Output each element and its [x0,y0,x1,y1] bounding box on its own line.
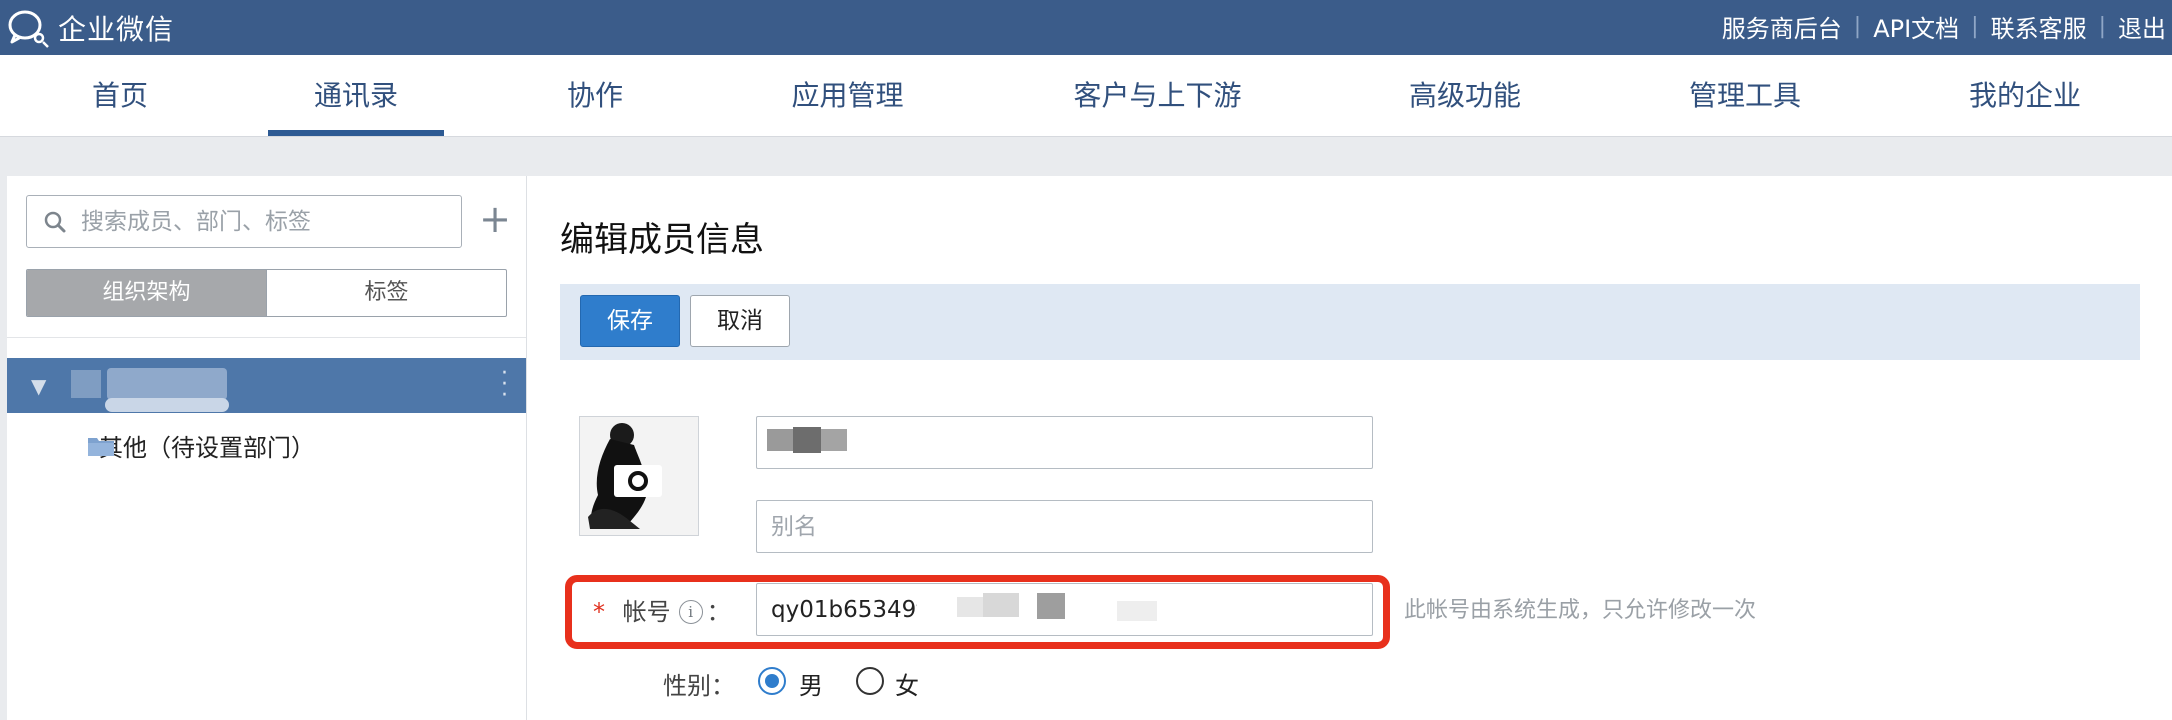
redacted-block [793,427,821,453]
divider [7,337,526,338]
brand[interactable]: 企业微信 [6,6,174,50]
more-options-icon[interactable]: · · · [501,363,508,407]
top-bar: 企业微信 服务商后台 | API文档 | 联系客服 | 退出 [0,0,2172,55]
gender-female-radio[interactable] [856,667,884,695]
separator: | [1853,13,1862,39]
tree-item-other[interactable]: 其他（待设置部门） [87,428,315,463]
page-title: 编辑成员信息 [560,220,764,260]
account-field[interactable] [756,583,1373,636]
member-edit-panel: 编辑成员信息 保存 取消 * 帐号 i： [527,176,2172,720]
caret-down-icon[interactable]: ▼ [31,374,46,398]
org-sidebar: + 组织架构 标签 ▼ ··· 其他（待设置部门） [7,176,527,720]
nav-collaboration[interactable]: 协作 [535,55,655,136]
redacted-block [821,429,847,451]
wecom-logo-icon [8,10,49,48]
main-nav: 首页 通讯录 协作 应用管理 客户与上下游 高级功能 管理工具 我的企业 [0,55,2172,137]
alias-input[interactable] [769,501,1363,552]
account-hint: 此帐号由系统生成，只允许修改一次 [1404,598,1757,623]
separator: | [2098,13,2106,39]
label-colon: ： [706,598,731,626]
top-links: 服务商后台 | API文档 | 联系客服 | 退出 [1722,0,2166,52]
nav-admin-tools[interactable]: 管理工具 [1665,55,1825,136]
search-input[interactable] [79,196,453,247]
tree-item-label: 其他（待设置部门） [99,434,315,462]
gender-female-label[interactable]: 女 [895,666,919,701]
save-button[interactable]: 保存 [580,295,680,347]
tab-org-structure[interactable]: 组织架构 [27,270,267,316]
nav-my-enterprise[interactable]: 我的企业 [1945,55,2105,136]
nav-advanced-features[interactable]: 高级功能 [1385,55,1545,136]
tab-tags[interactable]: 标签 [267,270,506,316]
avatar-image [580,417,698,535]
redacted-block [1117,601,1157,621]
search-icon [44,211,66,233]
redacted-folder-icon [71,370,101,398]
redacted-block [983,593,1019,617]
redacted-block [957,597,983,617]
account-label: * 帐号 i： [593,592,731,627]
nav-app-management[interactable]: 应用管理 [770,55,925,136]
link-logout[interactable]: 退出 [2118,9,2166,44]
account-label-text: 帐号 [622,598,671,626]
gender-male-radio[interactable] [758,667,786,695]
app-name: 企业微信 [58,13,175,46]
tree-item-root[interactable]: ▼ · · · [7,358,526,413]
folder-icon [88,437,114,456]
add-icon[interactable]: + [479,200,511,240]
redacted-department-name [107,368,227,400]
link-contact-support[interactable]: 联系客服 [1991,9,2087,44]
alias-field[interactable] [756,500,1373,553]
redacted-mask [917,585,1370,634]
nav-customers[interactable]: 客户与上下游 [1060,55,1255,136]
name-field[interactable] [756,416,1373,469]
redacted-mask [105,398,229,412]
redacted-block [767,429,793,451]
action-bar: 保存 取消 [560,284,2140,360]
gender-label: 性别： [663,672,735,700]
separator: | [1971,13,1979,39]
redacted-block [1037,593,1065,619]
sidebar-tabs: 组织架构 标签 [26,269,507,317]
nav-contacts[interactable]: 通讯录 [268,55,444,136]
cancel-button[interactable]: 取消 [690,295,790,347]
avatar[interactable] [579,416,699,536]
required-mark: * [593,598,605,626]
nav-home[interactable]: 首页 [60,55,180,136]
link-provider-console[interactable]: 服务商后台 [1722,9,1842,44]
gender-male-label[interactable]: 男 [799,666,823,701]
link-api-docs[interactable]: API文档 [1873,9,1959,44]
info-icon[interactable]: i [678,600,703,624]
search-box[interactable] [26,195,462,248]
